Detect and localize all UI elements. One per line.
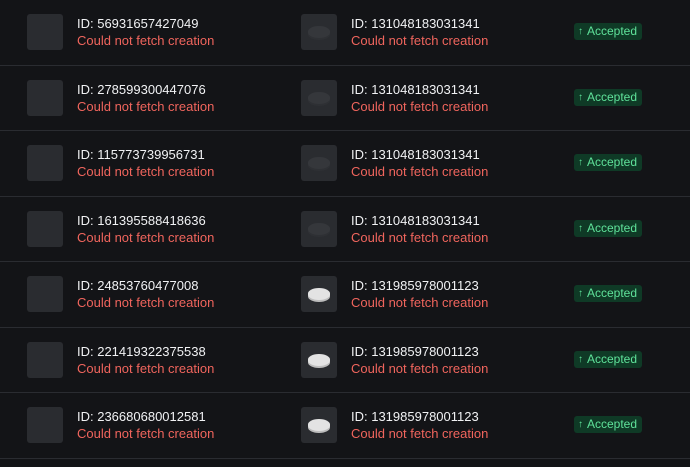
fetch-error-text: Could not fetch creation <box>351 360 489 376</box>
creation-thumbnail[interactable] <box>27 276 63 312</box>
creation-id: ID: 131048183031341 <box>351 147 480 162</box>
fetch-error-text: Could not fetch creation <box>351 33 489 48</box>
creation-id: ID: 115773739956731 <box>77 147 205 162</box>
status-badge-label: Accepted <box>587 24 638 38</box>
list-item[interactable]: ID: 24853760477008 Could not fetch creat… <box>0 262 690 328</box>
creation-thumbnail[interactable] <box>301 341 337 378</box>
puck-thumbnail-icon <box>308 353 330 366</box>
creation-id: ID: 131985978001123 <box>351 278 479 293</box>
list-item[interactable]: ID: 221419322375538 Could not fetch crea… <box>0 328 690 393</box>
puck-thumbnail-icon <box>308 419 330 431</box>
creation-thumbnail[interactable] <box>301 14 337 50</box>
left-creation-info: ID: 221419322375538 Could not fetch crea… <box>77 344 214 377</box>
status-badge: ↑ Accepted <box>574 23 643 40</box>
puck-thumbnail-icon <box>308 91 330 104</box>
creation-id: ID: 131048183031341 <box>351 81 480 97</box>
puck-thumbnail-icon <box>308 26 330 38</box>
creation-id: ID: 131048183031341 <box>351 16 480 31</box>
creation-id: ID: 131048183031341 <box>351 212 480 228</box>
creation-id: ID: 236680680012581 <box>77 409 206 424</box>
creation-id: ID: 221419322375538 <box>77 343 206 359</box>
status-badge: ↑ Accepted <box>574 416 643 433</box>
fetch-error-text: Could not fetch creation <box>77 229 215 245</box>
status-badge: ↑ Accepted <box>574 285 643 302</box>
left-creation-info: ID: 56931657427049 Could not fetch creat… <box>77 16 214 49</box>
creation-thumbnail[interactable] <box>301 145 337 181</box>
left-creation-info: ID: 236680680012581 Could not fetch crea… <box>77 409 214 442</box>
arrow-up-icon: ↑ <box>578 157 583 168</box>
creation-thumbnail[interactable] <box>301 407 337 443</box>
creation-thumbnail[interactable] <box>27 210 63 247</box>
right-creation-info: ID: 131048183031341 Could not fetch crea… <box>351 147 488 180</box>
creation-id: ID: 131985978001123 <box>351 343 479 359</box>
creation-thumbnail[interactable] <box>27 145 63 181</box>
status-badge: ↑ Accepted <box>574 88 643 106</box>
creation-thumbnail[interactable] <box>27 14 63 50</box>
creation-thumbnail[interactable] <box>301 79 337 116</box>
creation-id: ID: 24853760477008 <box>77 278 199 293</box>
puck-thumbnail-icon <box>308 157 330 169</box>
list-item[interactable]: ID: 56931657427049 Could not fetch creat… <box>0 0 690 66</box>
puck-thumbnail-icon <box>308 222 330 235</box>
fetch-error-text: Could not fetch creation <box>77 426 215 441</box>
creation-id: ID: 131985978001123 <box>351 409 479 424</box>
right-creation-info: ID: 131985978001123 Could not fetch crea… <box>351 409 488 442</box>
list-item[interactable]: ID: 115773739956731 Could not fetch crea… <box>0 131 690 197</box>
left-creation-info: ID: 161395588418636 Could not fetch crea… <box>77 213 214 246</box>
list-item[interactable]: ID: 161395588418636 Could not fetch crea… <box>0 197 690 262</box>
creation-id: ID: 56931657427049 <box>77 16 199 31</box>
fetch-error-text: Could not fetch creation <box>351 98 489 114</box>
right-creation-info: ID: 131048183031341 Could not fetch crea… <box>351 16 488 49</box>
creation-thumbnail[interactable] <box>27 79 63 116</box>
arrow-up-icon: ↑ <box>578 419 583 430</box>
status-badge-label: Accepted <box>587 155 638 169</box>
status-badge-label: Accepted <box>587 351 638 366</box>
status-badge: ↑ Accepted <box>574 219 643 237</box>
list-item[interactable]: ID: 278599300447076 Could not fetch crea… <box>0 66 690 131</box>
fetch-error-text: Could not fetch creation <box>351 426 489 441</box>
arrow-up-icon: ↑ <box>578 353 583 365</box>
left-creation-info: ID: 115773739956731 Could not fetch crea… <box>77 147 214 180</box>
creation-thumbnail[interactable] <box>27 407 63 443</box>
creation-thumbnail[interactable] <box>301 210 337 247</box>
right-creation-info: ID: 131985978001123 Could not fetch crea… <box>351 344 488 377</box>
left-creation-info: ID: 278599300447076 Could not fetch crea… <box>77 82 214 115</box>
status-badge: ↑ Accepted <box>574 350 643 368</box>
fetch-error-text: Could not fetch creation <box>351 295 489 310</box>
fetch-error-text: Could not fetch creation <box>351 164 489 179</box>
status-badge-label: Accepted <box>587 286 638 300</box>
trade-list: ID: 56931657427049 Could not fetch creat… <box>0 0 690 467</box>
fetch-error-text: Could not fetch creation <box>351 229 489 245</box>
right-creation-info: ID: 131048183031341 Could not fetch crea… <box>351 213 488 246</box>
creation-id: ID: 278599300447076 <box>77 81 206 97</box>
creation-thumbnail[interactable] <box>27 341 63 378</box>
left-creation-info: ID: 24853760477008 Could not fetch creat… <box>77 278 214 311</box>
fetch-error-text: Could not fetch creation <box>77 164 215 179</box>
arrow-up-icon: ↑ <box>578 288 583 299</box>
fetch-error-text: Could not fetch creation <box>77 360 215 376</box>
arrow-up-icon: ↑ <box>578 222 583 234</box>
status-badge-label: Accepted <box>587 89 638 104</box>
arrow-up-icon: ↑ <box>578 26 583 37</box>
fetch-error-text: Could not fetch creation <box>77 98 215 114</box>
right-creation-info: ID: 131048183031341 Could not fetch crea… <box>351 82 488 115</box>
right-creation-info: ID: 131985978001123 Could not fetch crea… <box>351 278 488 311</box>
status-badge: ↑ Accepted <box>574 154 643 171</box>
status-badge-label: Accepted <box>587 417 638 431</box>
fetch-error-text: Could not fetch creation <box>77 33 215 48</box>
puck-thumbnail-icon <box>308 288 330 300</box>
fetch-error-text: Could not fetch creation <box>77 295 215 310</box>
creation-thumbnail[interactable] <box>301 276 337 312</box>
list-item[interactable]: ID: 236680680012581 Could not fetch crea… <box>0 393 690 459</box>
creation-id: ID: 161395588418636 <box>77 212 206 228</box>
arrow-up-icon: ↑ <box>578 91 583 103</box>
status-badge-label: Accepted <box>587 220 638 235</box>
